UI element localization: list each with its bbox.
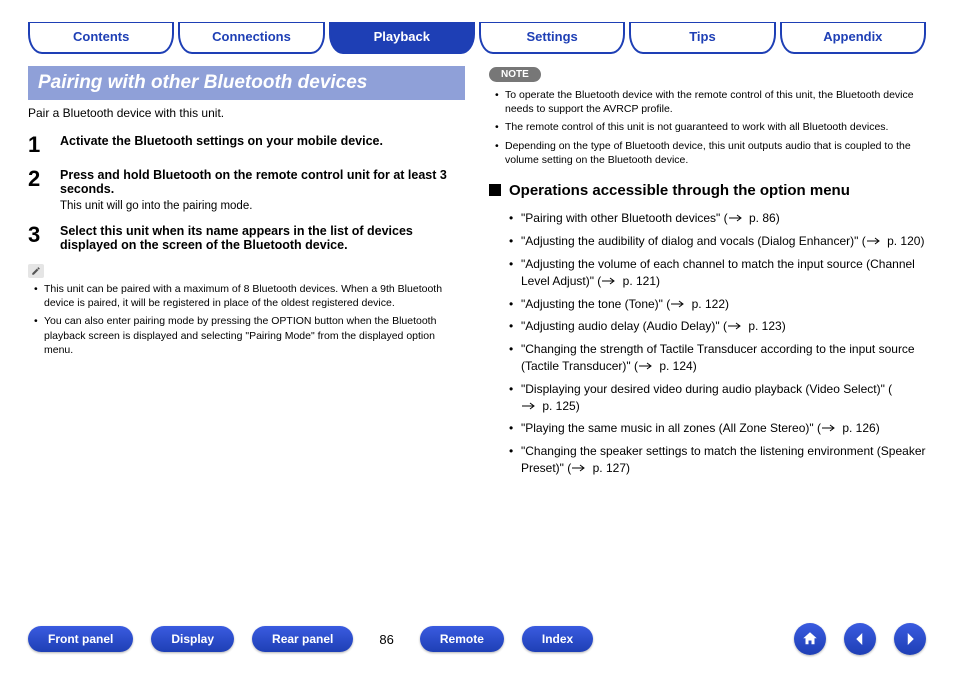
ops-item[interactable]: "Displaying your desired video during au… <box>509 381 926 415</box>
step-title: Select this unit when its name appears i… <box>60 224 465 252</box>
step-number: 1 <box>28 134 46 156</box>
nav-remote[interactable]: Remote <box>420 626 504 652</box>
list-item: Depending on the type of Bluetooth devic… <box>495 139 926 167</box>
step-1: 1 Activate the Bluetooth settings on you… <box>28 134 465 156</box>
list-item: You can also enter pairing mode by press… <box>34 314 465 357</box>
step-title: Press and hold Bluetooth on the remote c… <box>60 168 465 196</box>
intro-text: Pair a Bluetooth device with this unit. <box>28 106 465 120</box>
tab-tips[interactable]: Tips <box>629 22 775 54</box>
list-item: The remote control of this unit is not g… <box>495 120 926 134</box>
nav-display[interactable]: Display <box>151 626 234 652</box>
ops-item[interactable]: "Pairing with other Bluetooth devices" (… <box>509 210 926 227</box>
step-number: 3 <box>28 224 46 252</box>
tab-playback[interactable]: Playback <box>329 22 475 54</box>
pencil-icon <box>28 264 44 278</box>
ops-item[interactable]: "Playing the same music in all zones (Al… <box>509 420 926 437</box>
ops-heading: Operations accessible through the option… <box>489 181 926 201</box>
ops-heading-text: Operations accessible through the option… <box>509 181 850 201</box>
ops-item[interactable]: "Adjusting the volume of each channel to… <box>509 256 926 290</box>
tab-appendix[interactable]: Appendix <box>780 22 926 54</box>
step-3: 3 Select this unit when its name appears… <box>28 224 465 252</box>
list-item: This unit can be paired with a maximum o… <box>34 282 465 310</box>
pencil-note-block: This unit can be paired with a maximum o… <box>28 264 465 357</box>
square-bullet-icon <box>489 184 501 196</box>
ops-item[interactable]: "Adjusting the audibility of dialog and … <box>509 233 926 250</box>
nav-rear-panel[interactable]: Rear panel <box>252 626 353 652</box>
ops-item[interactable]: "Changing the speaker settings to match … <box>509 443 926 477</box>
step-title: Activate the Bluetooth settings on your … <box>60 134 383 148</box>
top-tabs: Contents Connections Playback Settings T… <box>28 22 926 54</box>
main-columns: Pairing with other Bluetooth devices Pai… <box>28 66 926 483</box>
step-subtext: This unit will go into the pairing mode. <box>60 200 465 212</box>
ops-item[interactable]: "Changing the strength of Tactile Transd… <box>509 341 926 375</box>
nav-front-panel[interactable]: Front panel <box>28 626 133 652</box>
bottom-nav: Front panel Display Rear panel 86 Remote… <box>28 623 926 655</box>
tab-contents[interactable]: Contents <box>28 22 174 54</box>
note-badge: NOTE <box>489 67 541 82</box>
left-column: Pairing with other Bluetooth devices Pai… <box>28 66 465 483</box>
nav-index[interactable]: Index <box>522 626 593 652</box>
home-button[interactable] <box>794 623 826 655</box>
step-2: 2 Press and hold Bluetooth on the remote… <box>28 168 465 212</box>
section-title: Pairing with other Bluetooth devices <box>28 66 465 100</box>
ops-item[interactable]: "Adjusting the tone (Tone)" ( p. 122) <box>509 296 926 313</box>
right-note-list: To operate the Bluetooth device with the… <box>489 88 926 167</box>
ops-list: "Pairing with other Bluetooth devices" (… <box>489 210 926 476</box>
page-number: 86 <box>371 632 401 647</box>
right-column: NOTE To operate the Bluetooth device wit… <box>489 66 926 483</box>
tab-connections[interactable]: Connections <box>178 22 324 54</box>
list-item: To operate the Bluetooth device with the… <box>495 88 926 116</box>
ops-item[interactable]: "Adjusting audio delay (Audio Delay)" ( … <box>509 318 926 335</box>
tab-settings[interactable]: Settings <box>479 22 625 54</box>
next-button[interactable] <box>894 623 926 655</box>
left-note-list: This unit can be paired with a maximum o… <box>28 282 465 357</box>
prev-button[interactable] <box>844 623 876 655</box>
step-number: 2 <box>28 168 46 212</box>
